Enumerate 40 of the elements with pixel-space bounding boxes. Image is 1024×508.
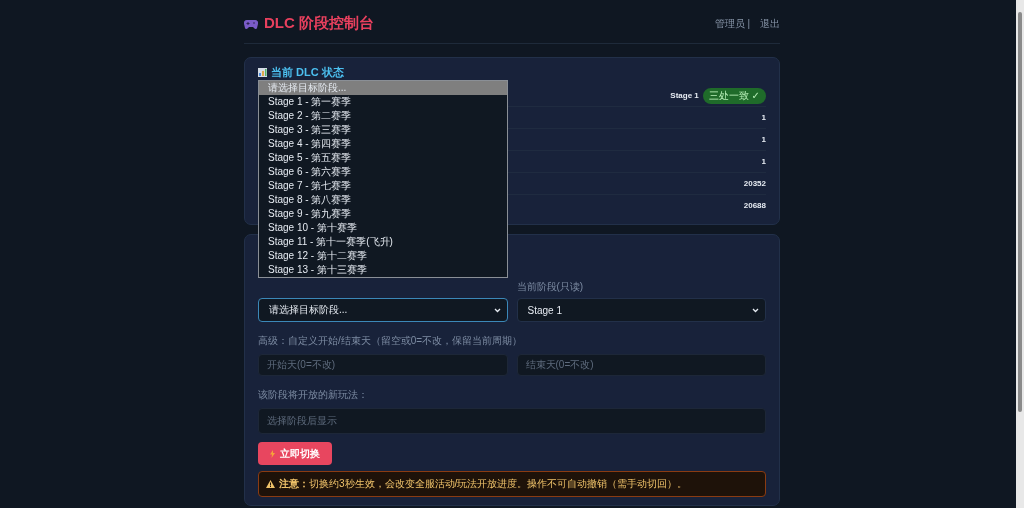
dropdown-option[interactable]: Stage 6 - 第六赛季: [259, 165, 507, 179]
dropdown-option[interactable]: Stage 7 - 第七赛季: [259, 179, 507, 193]
gamepad-icon: [244, 18, 258, 29]
warning-text: 注意：切换约3秒生效，会改变全服活动/玩法开放进度。操作不可自动撤销（需手动切回）。: [279, 477, 688, 491]
stat-value: 20688: [743, 201, 766, 210]
stat-value: 1: [761, 135, 766, 144]
field-label: 该阶段将开放的新玩法：: [258, 389, 368, 400]
user-label: 管理员 |: [714, 16, 750, 31]
stat-value: 1: [761, 113, 766, 122]
dropdown-option[interactable]: Stage 5 - 第五赛季: [259, 151, 507, 165]
dropdown-option[interactable]: Stage 10 - 第十赛季: [259, 221, 507, 235]
target-stage-select[interactable]: 请选择目标阶段...: [258, 298, 508, 322]
switch-button[interactable]: 立即切换: [258, 442, 332, 465]
page-title: DLC 阶段控制台: [264, 14, 374, 33]
chevron-icon: [752, 307, 759, 313]
field-label: 当前阶段(只读): [516, 280, 585, 292]
current-stage-select[interactable]: Stage 1: [516, 298, 766, 322]
chart-icon: [258, 68, 267, 77]
chevron-icon: [493, 307, 501, 313]
dropdown-option[interactable]: Stage 12 - 第十二赛季: [259, 249, 507, 263]
card-title: 当前 DLC 状态: [271, 65, 344, 80]
dropdown-option[interactable]: Stage 3 - 第三赛季: [259, 123, 507, 137]
logout-link[interactable]: 退出: [760, 16, 780, 31]
dropdown-option[interactable]: Stage 1 - 第一赛季: [259, 95, 507, 109]
stat-value: 20352: [743, 179, 766, 188]
stage-value: Stage 1: [670, 91, 699, 100]
lightning-icon: [270, 449, 275, 458]
dropdown-option[interactable]: Stage 8 - 第八赛季: [259, 193, 507, 207]
dropdown-option[interactable]: Stage 11 - 第十一赛季(飞升): [259, 235, 507, 249]
features-field: 选择阶段后显示: [258, 408, 766, 434]
consistency-badge: 三处一致 ✓: [702, 87, 766, 104]
dropdown-option[interactable]: Stage 2 - 第二赛季: [259, 109, 507, 123]
scrollbar[interactable]: [1016, 0, 1024, 508]
dropdown-option[interactable]: Stage 9 - 第九赛季: [259, 207, 507, 221]
warning-icon: [266, 480, 275, 488]
dropdown-option[interactable]: 请选择目标阶段...: [259, 81, 507, 95]
dropdown-option[interactable]: Stage 13 - 第十三赛季: [259, 263, 507, 277]
field-label: 高级：自定义开始/结束天（留空或0=不改，保留当前周期）: [258, 335, 523, 346]
dropdown-option[interactable]: Stage 4 - 第四赛季: [259, 137, 507, 151]
stat-value: 1: [761, 157, 766, 166]
